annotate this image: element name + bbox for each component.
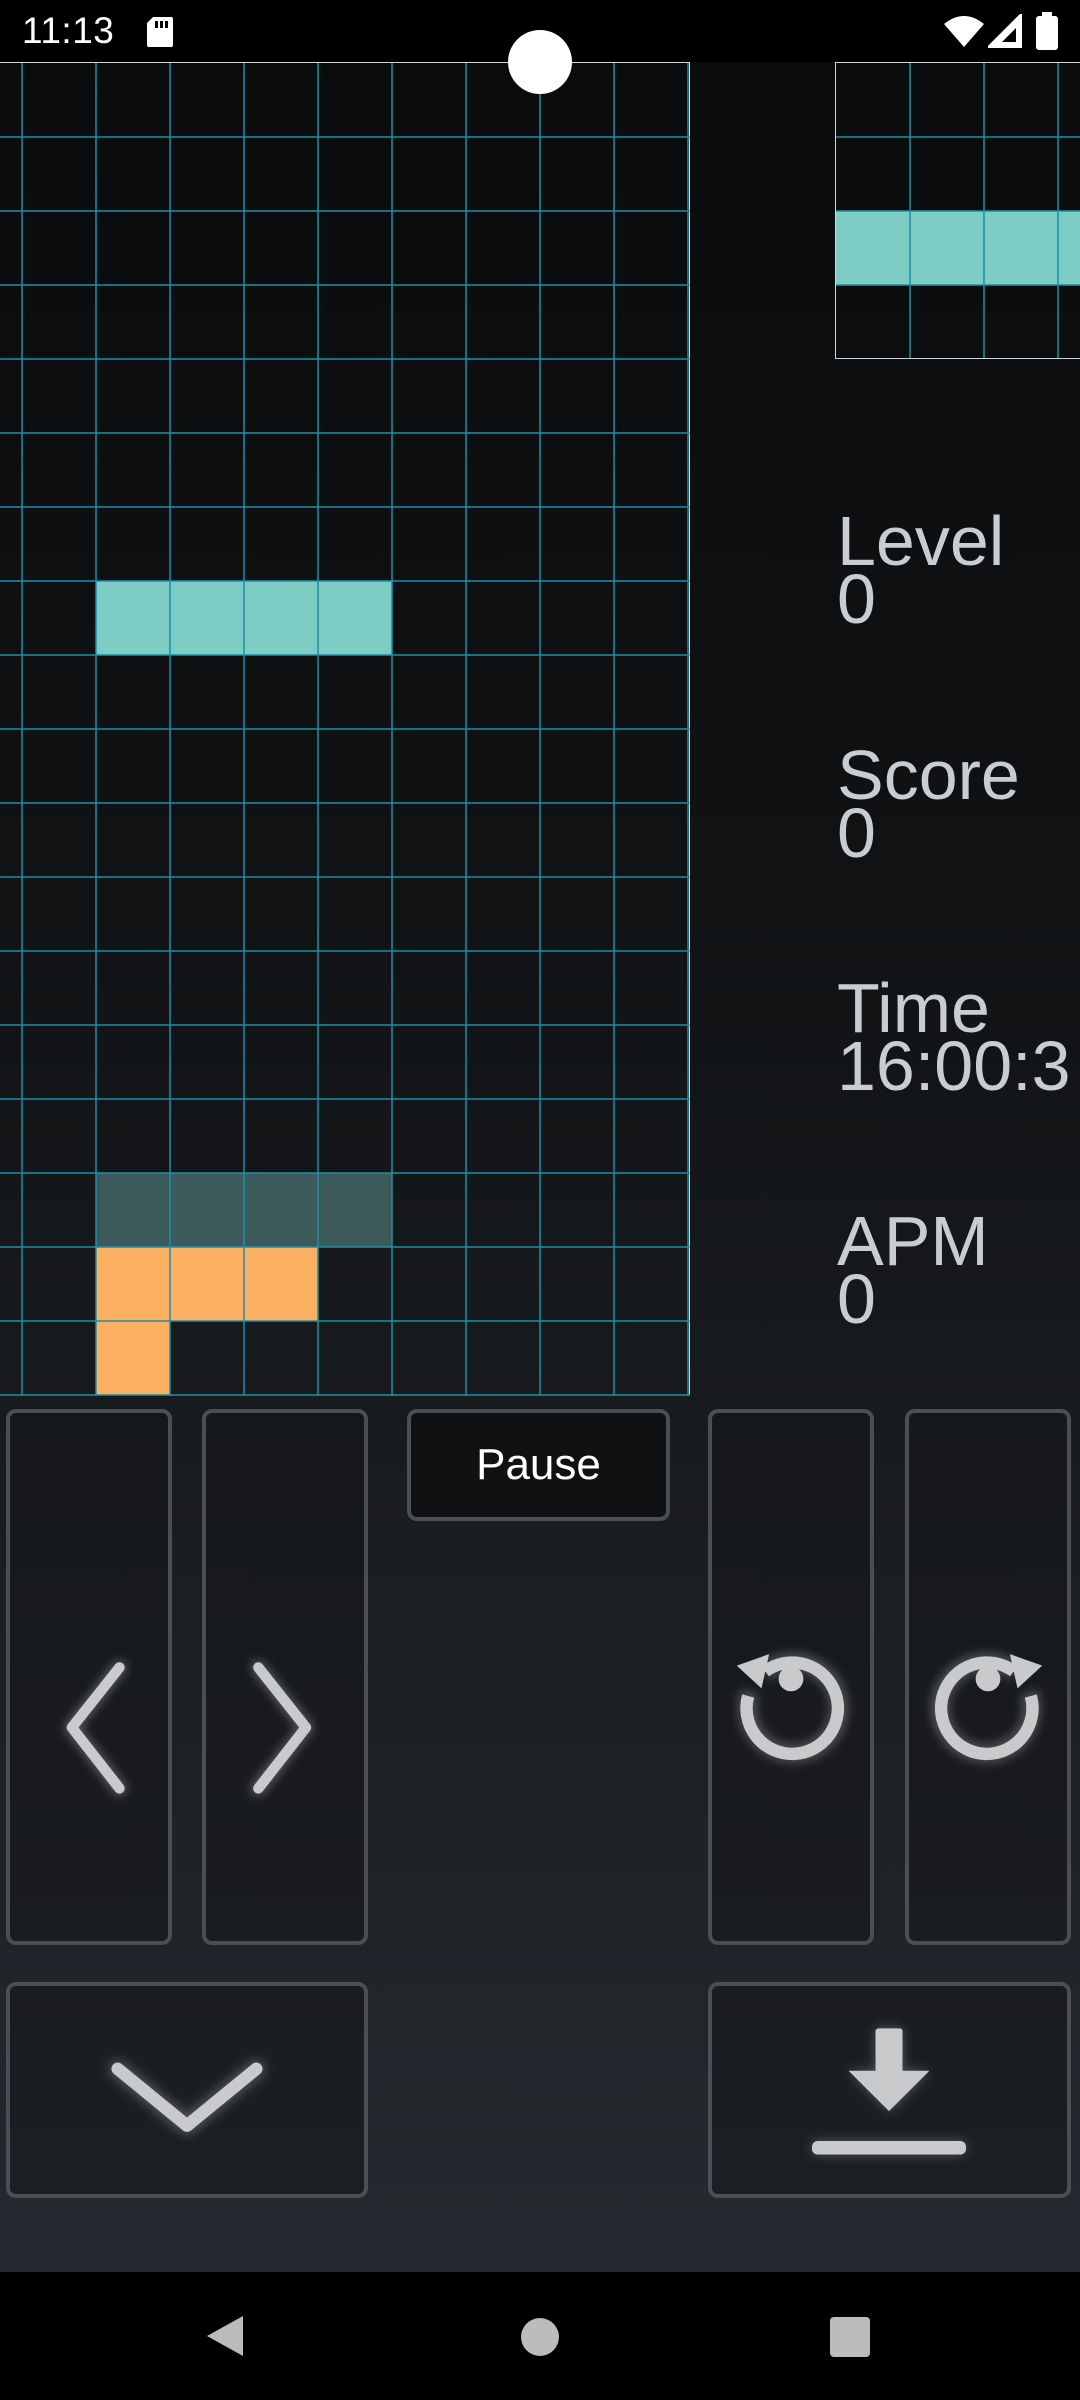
next-piece-cell	[984, 211, 1058, 285]
navigation-bar	[0, 2272, 1080, 2400]
score-stat: Score 0	[837, 740, 1020, 868]
ghost-piece-cell	[170, 1173, 244, 1247]
time-stat: Time 16:00:3	[837, 973, 1071, 1105]
camera-cutout	[508, 30, 572, 94]
level-stat: Level 0	[837, 506, 1004, 634]
hard-drop-button[interactable]	[708, 1982, 1071, 2198]
chevron-down-icon	[109, 2060, 265, 2135]
ghost-piece-cell	[96, 1173, 170, 1247]
ghost-piece-cell	[318, 1173, 392, 1247]
active-piece-cell	[244, 581, 318, 655]
move-left-button[interactable]	[6, 1409, 172, 1945]
game-board	[0, 62, 690, 1396]
recents-icon[interactable]	[830, 2317, 870, 2357]
pause-button[interactable]: Pause	[407, 1409, 670, 1521]
board-grid	[0, 63, 690, 1396]
time-value: 16:00:3	[837, 1027, 1071, 1105]
rotate-ccw-button[interactable]	[708, 1409, 874, 1945]
wifi-icon	[944, 16, 984, 47]
hard-drop-icon	[811, 2028, 967, 2155]
locked-cell	[96, 1247, 170, 1321]
status-time: 11:13	[22, 10, 115, 51]
next-piece-cell	[910, 211, 984, 285]
rotate-ccw-icon	[736, 1652, 849, 1763]
home-icon[interactable]	[520, 2317, 560, 2357]
next-piece-cell	[1058, 211, 1080, 285]
back-icon[interactable]	[205, 2314, 245, 2358]
sd-card-icon	[147, 17, 173, 47]
ghost-piece-cell	[244, 1173, 318, 1247]
rotate-cw-icon	[930, 1652, 1043, 1763]
next-piece-preview	[835, 62, 1080, 359]
move-right-button[interactable]	[202, 1409, 368, 1945]
rotate-cw-button[interactable]	[905, 1409, 1071, 1945]
active-piece-cell	[318, 581, 392, 655]
chevron-right-icon	[250, 1659, 314, 1796]
locked-cell	[96, 1321, 170, 1395]
battery-icon	[1036, 12, 1058, 50]
active-piece-cell	[170, 581, 244, 655]
apm-stat: APM 0	[837, 1206, 989, 1334]
preview-grid	[836, 63, 1080, 358]
locked-cell	[244, 1247, 318, 1321]
locked-cell	[170, 1247, 244, 1321]
chevron-left-icon	[64, 1659, 128, 1796]
active-piece-cell	[96, 581, 170, 655]
next-piece-cell	[836, 211, 910, 285]
signal-icon	[988, 14, 1022, 48]
soft-drop-button[interactable]	[6, 1982, 368, 2198]
